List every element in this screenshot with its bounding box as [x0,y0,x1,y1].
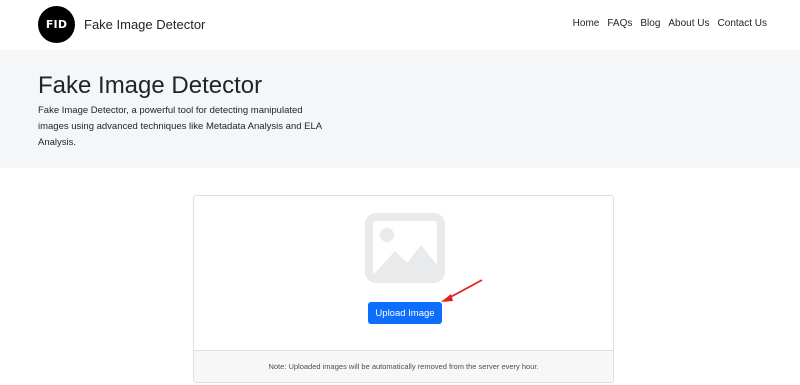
upload-note: Note: Uploaded images will be automatica… [194,350,613,382]
upload-note-text: Note: Uploaded images will be automatica… [268,362,539,371]
nav-link-home[interactable]: Home [573,18,600,29]
red-arrow-icon [441,279,483,302]
page-title: Fake Image Detector [38,72,263,99]
brand-link[interactable]: FID Fake Image Detector [38,6,205,43]
nav-link-about-us[interactable]: About Us [668,18,709,29]
hero-section: Fake Image Detector Fake Image Detector,… [0,50,800,168]
top-navbar: FID Fake Image Detector Home FAQs Blog A… [0,0,800,50]
image-placeholder-icon [365,213,445,283]
fid-logo-icon: FID [38,6,75,43]
brand-name: Fake Image Detector [84,17,206,32]
upload-image-button[interactable]: Upload Image [368,302,442,324]
page-description: Fake Image Detector, a powerful tool for… [38,105,322,148]
nav-link-blog[interactable]: Blog [640,18,660,29]
nav-link-faqs[interactable]: FAQs [607,18,632,29]
upload-card: Upload Image Note: Uploaded images will … [193,195,614,383]
nav-link-contact-us[interactable]: Contact Us [718,18,767,29]
main-nav: Home FAQs Blog About Us Contact Us [573,18,767,29]
